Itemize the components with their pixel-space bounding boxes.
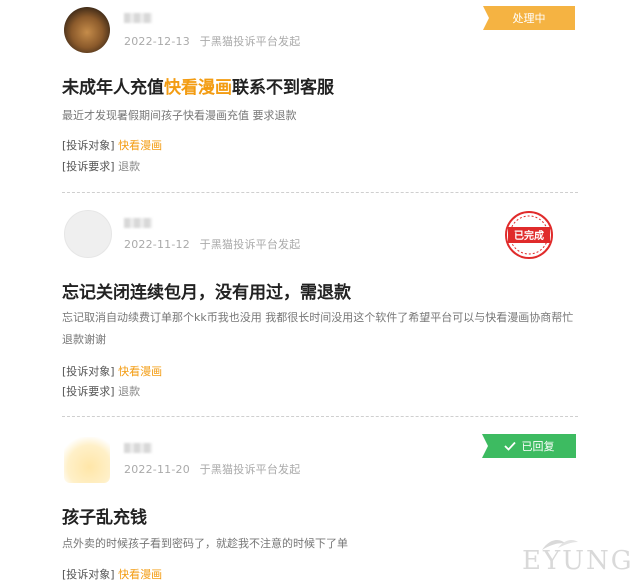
- complaint-description: 忘记取消自动续费订单那个kk币我也没用 我都很长时间没用这个软件了希望平台可以与…: [62, 311, 574, 346]
- username-blurred: [124, 443, 152, 453]
- complaint-date: 2022-11-12: [124, 238, 190, 251]
- status-badge-processing: 处理中: [483, 6, 575, 30]
- title-text: 未成年人充值: [62, 78, 164, 98]
- target-value[interactable]: 快看漫画: [118, 139, 162, 152]
- check-icon: [503, 441, 516, 451]
- request-label: [投诉要求]: [62, 385, 115, 398]
- complaint-target: [投诉对象] 快看漫画: [62, 363, 162, 379]
- complaint-title[interactable]: 忘记关闭连续包月，没有用过，需退款: [62, 278, 351, 303]
- complaint-source: 于黑猫投诉平台发起: [199, 463, 301, 476]
- target-label: [投诉对象]: [62, 365, 115, 378]
- avatar: [64, 437, 110, 483]
- complaint-meta: 2022-11-20 于黑猫投诉平台发起: [124, 461, 300, 477]
- request-value: 退款: [118, 385, 141, 398]
- complaint-title[interactable]: 孩子乱充钱: [62, 503, 147, 528]
- username-blurred: [124, 13, 152, 23]
- target-label: [投诉对象]: [62, 139, 115, 152]
- stamp-label: 已完成: [514, 229, 544, 242]
- avatar: [64, 7, 110, 53]
- completed-stamp-icon: 已完成: [505, 211, 553, 259]
- status-label: 已回复: [521, 440, 555, 453]
- title-highlight: 快看漫画: [164, 78, 232, 98]
- complaint-description: 点外卖的时候孩子看到密码了，就趁我不注意的时候下了单: [62, 537, 348, 550]
- target-value[interactable]: 快看漫画: [118, 365, 162, 378]
- avatar: [64, 210, 112, 258]
- target-label: [投诉对象]: [62, 568, 115, 581]
- complaint-source: 于黑猫投诉平台发起: [199, 238, 301, 251]
- complaint-description: 最近才发现暑假期间孩子快看漫画充值 要求退款: [62, 109, 297, 122]
- complaint-meta: 2022-11-12 于黑猫投诉平台发起: [124, 236, 300, 252]
- complaint-date: 2022-11-20: [124, 463, 190, 476]
- complaint-request: [投诉要求] 退款: [62, 383, 140, 399]
- target-value[interactable]: 快看漫画: [118, 568, 162, 581]
- request-label: [投诉要求]: [62, 160, 115, 173]
- username-blurred: [124, 218, 152, 228]
- complaint-date: 2022-12-13: [124, 35, 190, 48]
- complaint-target: [投诉对象] 快看漫画: [62, 137, 162, 153]
- complaint-source: 于黑猫投诉平台发起: [199, 35, 301, 48]
- request-value: 退款: [118, 160, 141, 173]
- complaint-target: [投诉对象] 快看漫画: [62, 566, 162, 582]
- complaint-meta: 2022-12-13 于黑猫投诉平台发起: [124, 33, 300, 49]
- complaint-card-1[interactable]: 2022-12-13 于黑猫投诉平台发起 处理中 未成年人充值快看漫画联系不到客…: [0, 0, 640, 192]
- leaf-ornament-icon: [542, 540, 578, 550]
- title-text-end: 联系不到客服: [232, 78, 334, 98]
- complaint-request: [投诉要求] 退款: [62, 158, 140, 174]
- complaint-title[interactable]: 未成年人充值快看漫画联系不到客服: [62, 73, 334, 98]
- watermark-logo: EYUNG: [522, 540, 640, 580]
- status-label: 处理中: [512, 12, 546, 25]
- status-badge-replied: 已回复: [482, 434, 576, 458]
